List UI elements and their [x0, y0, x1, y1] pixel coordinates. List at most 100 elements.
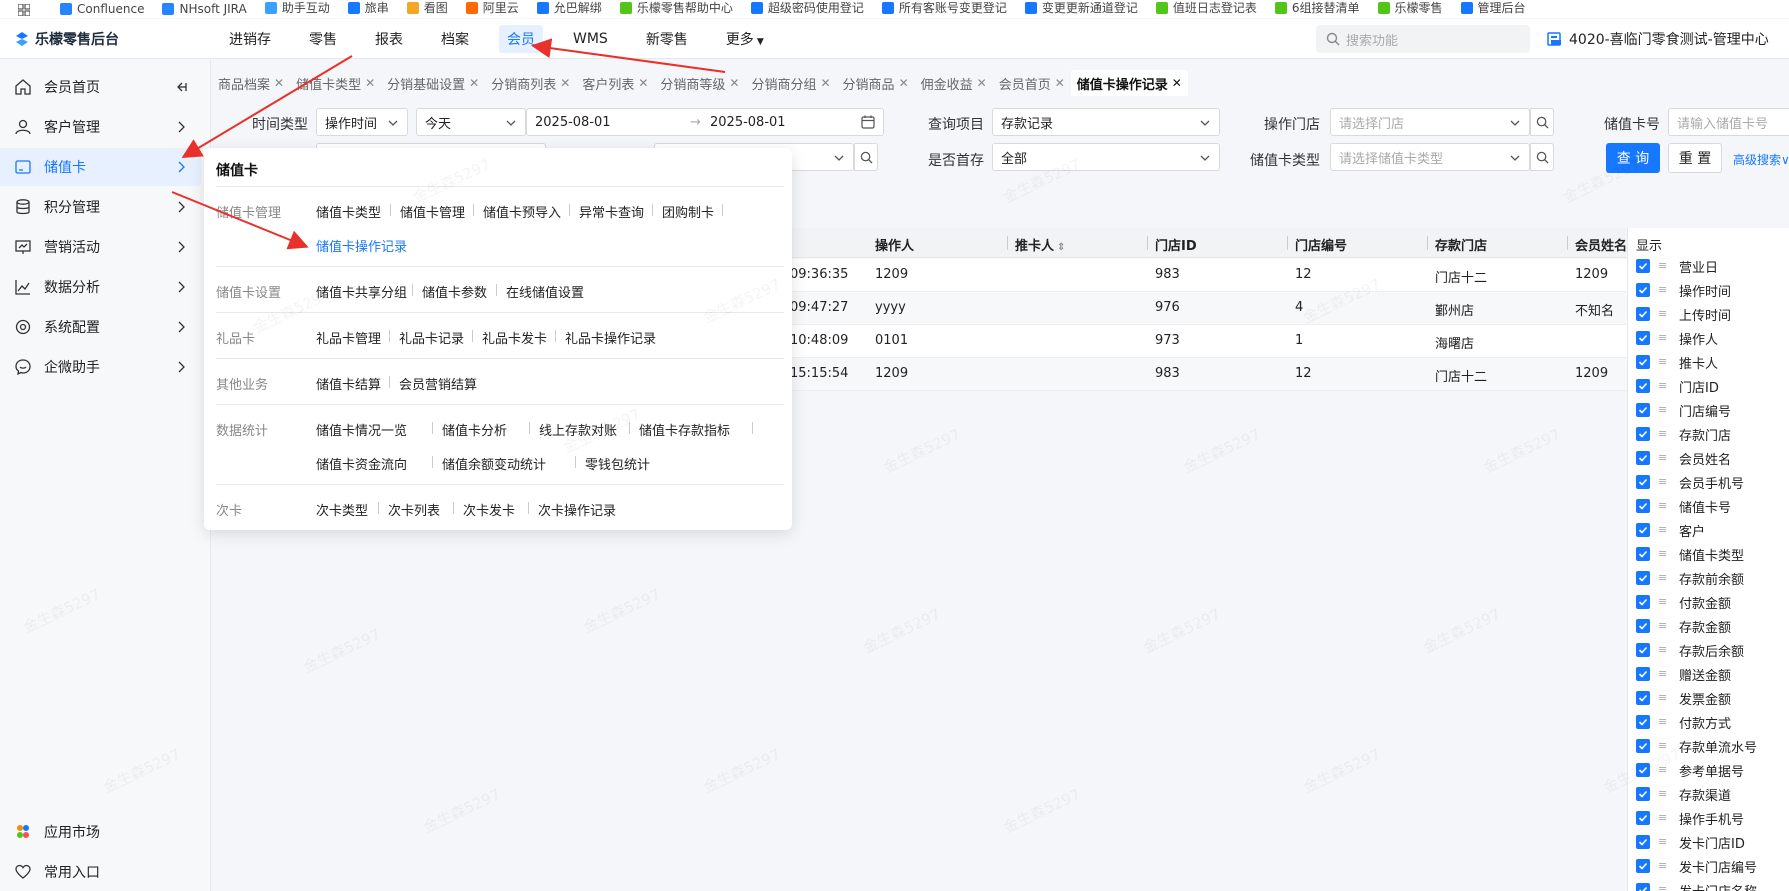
drag-handle-icon[interactable]: ≡ — [1658, 524, 1668, 535]
checkbox-checked-icon[interactable] — [1636, 283, 1650, 297]
close-icon[interactable]: ✕ — [1055, 76, 1065, 90]
column-toggle-item[interactable]: ≡ 操作时间 — [1636, 280, 1731, 300]
drag-handle-icon[interactable]: ≡ — [1658, 668, 1668, 679]
column-divider[interactable] — [1147, 236, 1148, 250]
drag-handle-icon[interactable]: ≡ — [1658, 620, 1668, 631]
bookmark-item[interactable]: 6组接替清单 — [1274, 0, 1360, 16]
bookmark-item[interactable]: 管理后台 — [1460, 0, 1526, 16]
drag-handle-icon[interactable]: ≡ — [1658, 596, 1668, 607]
drag-handle-icon[interactable]: ≡ — [1658, 284, 1668, 295]
column-toggle-item[interactable]: ≡ 营业日 — [1636, 256, 1718, 276]
col-header-deposit-store[interactable]: 存款门店 — [1435, 235, 1487, 254]
bookmark-item[interactable]: 助手互动 — [264, 0, 330, 16]
menu-link-card-type[interactable]: 储值卡类型 — [316, 202, 381, 221]
bookmark-item[interactable]: 乐檬零售 — [1377, 0, 1443, 16]
sidebar-item-member-home[interactable]: 会员首页 — [0, 68, 201, 106]
hidden-filter-search-button[interactable] — [854, 143, 878, 171]
feature-search-input[interactable]: 搜索功能 — [1316, 25, 1530, 53]
checkbox-checked-icon[interactable] — [1636, 451, 1650, 465]
sidebar-item-stored-value-card[interactable]: 储值卡 — [0, 148, 201, 186]
bookmark-item[interactable]: 变更更新通道登记 — [1024, 0, 1138, 16]
drag-handle-icon[interactable]: ≡ — [1658, 788, 1668, 799]
close-icon[interactable]: ✕ — [977, 76, 987, 90]
bookmark-item[interactable]: 允巴解绑 — [536, 0, 602, 16]
column-toggle-item[interactable]: ≡ 上传时间 — [1636, 304, 1731, 324]
apps-grid-icon[interactable] — [18, 4, 30, 16]
nav-inventory[interactable]: 进销存 — [221, 25, 279, 53]
close-icon[interactable]: ✕ — [729, 76, 739, 90]
date-range-picker[interactable]: 2025-08-01 → 2025-08-01 — [526, 108, 884, 136]
bookmark-item[interactable]: Confluence — [60, 2, 144, 16]
checkbox-checked-icon[interactable] — [1636, 547, 1650, 561]
tab-distributor-group[interactable]: 分销商分组 ✕ — [745, 74, 836, 93]
tab-distributor-level[interactable]: 分销商等级 ✕ — [654, 74, 745, 93]
drag-handle-icon[interactable]: ≡ — [1658, 860, 1668, 871]
checkbox-checked-icon[interactable] — [1636, 499, 1650, 513]
date-preset-select[interactable]: 今天 — [416, 108, 526, 136]
close-icon[interactable]: ✕ — [820, 76, 830, 90]
bookmark-item[interactable]: 超级密码使用登记 — [750, 0, 864, 16]
column-toggle-item[interactable]: ≡ 存款金额 — [1636, 616, 1731, 636]
drag-handle-icon[interactable]: ≡ — [1658, 884, 1668, 891]
checkbox-checked-icon[interactable] — [1636, 667, 1650, 681]
menu-link-times-card-type[interactable]: 次卡类型 — [316, 500, 368, 519]
bookmark-item[interactable]: 看图 — [406, 0, 448, 16]
sidebar-item-system-config[interactable]: 系统配置 — [0, 308, 201, 346]
store-switcher[interactable]: 4020-喜临门零食测试-管理中心 — [1547, 29, 1769, 49]
column-toggle-item[interactable]: ≡ 赠送金额 — [1636, 664, 1731, 684]
drag-handle-icon[interactable]: ≡ — [1658, 452, 1668, 463]
bookmark-item[interactable]: 值班日志登记表 — [1155, 0, 1257, 16]
checkbox-checked-icon[interactable] — [1636, 259, 1650, 273]
sort-icon[interactable]: ⇕ — [1057, 242, 1065, 253]
bookmark-item[interactable]: 所有客账号变更登记 — [881, 0, 1007, 16]
end-date[interactable]: 2025-08-01 — [710, 115, 786, 130]
checkbox-checked-icon[interactable] — [1636, 619, 1650, 633]
drag-handle-icon[interactable]: ≡ — [1658, 692, 1668, 703]
drag-handle-icon[interactable]: ≡ — [1658, 476, 1668, 487]
column-toggle-item[interactable]: ≡ 付款方式 — [1636, 712, 1731, 732]
column-toggle-item[interactable]: ≡ 付款金额 — [1636, 592, 1731, 612]
drag-handle-icon[interactable]: ≡ — [1658, 356, 1668, 367]
checkbox-checked-icon[interactable] — [1636, 523, 1650, 537]
menu-link-times-card-issue[interactable]: 次卡发卡 — [463, 500, 515, 519]
checkbox-checked-icon[interactable] — [1636, 739, 1650, 753]
column-toggle-item[interactable]: ≡ 存款门店 — [1636, 424, 1731, 444]
menu-link-card-settlement[interactable]: 储值卡结算 — [316, 374, 381, 393]
drag-handle-icon[interactable]: ≡ — [1658, 332, 1668, 343]
menu-link-card-params[interactable]: 储值卡参数 — [422, 282, 487, 301]
tab-card-type[interactable]: 储值卡类型 ✕ — [290, 74, 381, 93]
menu-link-gift-card-issue[interactable]: 礼品卡发卡 — [482, 328, 547, 347]
checkbox-checked-icon[interactable] — [1636, 403, 1650, 417]
menu-link-share-group[interactable]: 储值卡共享分组 — [316, 282, 407, 301]
checkbox-checked-icon[interactable] — [1636, 763, 1650, 777]
checkbox-checked-icon[interactable] — [1636, 691, 1650, 705]
column-divider[interactable] — [1007, 236, 1008, 250]
menu-link-wallet-stats[interactable]: 零钱包统计 — [585, 454, 650, 473]
time-type-select[interactable]: 操作时间 — [316, 108, 408, 136]
column-toggle-item[interactable]: ≡ 门店ID — [1636, 376, 1719, 396]
column-toggle-item[interactable]: ≡ 客户 — [1636, 520, 1705, 540]
sidebar-item-points[interactable]: 积分管理 — [0, 188, 201, 226]
op-store-select[interactable]: 请选择门店 — [1330, 108, 1530, 136]
nav-reports[interactable]: 报表 — [367, 25, 411, 53]
drag-handle-icon[interactable]: ≡ — [1658, 404, 1668, 415]
checkbox-checked-icon[interactable] — [1636, 643, 1650, 657]
column-toggle-item[interactable]: ≡ 操作人 — [1636, 328, 1718, 348]
nav-retail[interactable]: 零售 — [301, 25, 345, 53]
column-divider[interactable] — [1287, 236, 1288, 250]
drag-handle-icon[interactable]: ≡ — [1658, 716, 1668, 727]
column-divider[interactable] — [1427, 236, 1428, 250]
collapse-sidebar-icon[interactable] — [173, 79, 189, 95]
column-toggle-item[interactable]: ≡ 存款后余额 — [1636, 640, 1744, 660]
sidebar-item-wecom-assistant[interactable]: 企微助手 — [0, 348, 201, 386]
sidebar-item-marketing[interactable]: 营销活动 — [0, 228, 201, 266]
query-item-select[interactable]: 存款记录 — [992, 108, 1220, 136]
drag-handle-icon[interactable]: ≡ — [1658, 308, 1668, 319]
column-toggle-item[interactable]: ≡ 存款渠道 — [1636, 784, 1731, 804]
column-toggle-item[interactable]: ≡ 发票金额 — [1636, 688, 1731, 708]
column-toggle-item[interactable]: ≡ 存款前余额 — [1636, 568, 1744, 588]
drag-handle-icon[interactable]: ≡ — [1658, 548, 1668, 559]
start-date[interactable]: 2025-08-01 — [535, 115, 611, 130]
close-icon[interactable]: ✕ — [899, 76, 909, 90]
tab-distribution-products[interactable]: 分销商品 ✕ — [837, 74, 915, 93]
